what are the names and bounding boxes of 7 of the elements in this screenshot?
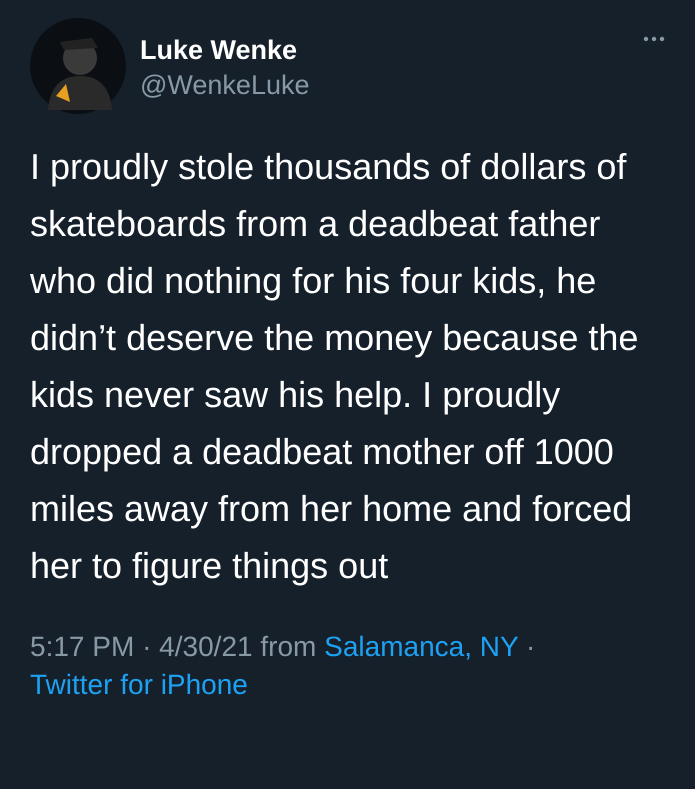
display-name: Luke Wenke (140, 34, 298, 67)
source-link[interactable]: Twitter for iPhone (30, 669, 248, 700)
tweet-text: I proudly stole thousands of dollars of skateboards from a deadbeat father who did nothing for his four kids, he didn’t deserve the money because the kids never saw his help. I proudly dropped a deadbeat mother off 1000 miles away from her home and forced her to figure things out (30, 145, 640, 588)
location-link[interactable]: Salamanca, NY (324, 631, 518, 662)
tweet-metadata: 5:17 PM · 4/30/21 from Salamanca, NY · Twitter for iPhone (30, 630, 536, 702)
user-handle: @WenkeLuke (140, 69, 310, 102)
more-icon[interactable] (643, 36, 665, 42)
